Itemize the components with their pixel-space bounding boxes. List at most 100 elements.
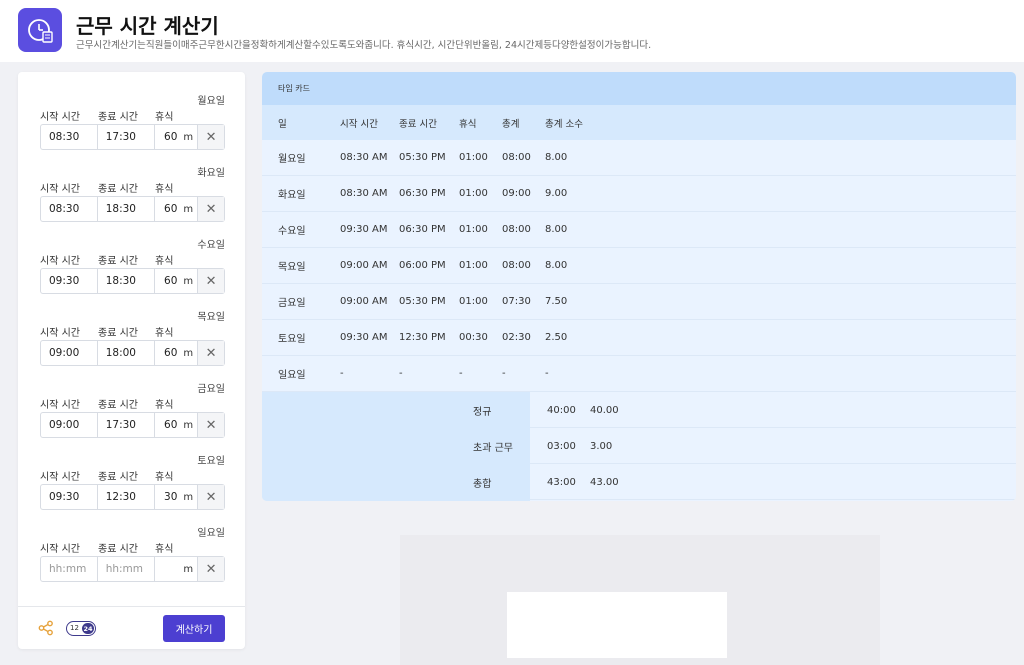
start-time-input[interactable]: hh:mm <box>41 557 98 581</box>
break-value: 60 <box>164 275 178 287</box>
break-unit: m <box>183 203 194 215</box>
end-time-input[interactable]: 12:30 <box>98 485 156 509</box>
summary-time: 40:00 <box>547 404 576 416</box>
summary-time: 03:00 <box>547 440 576 452</box>
row-divider <box>530 499 1016 500</box>
day-input-block: 일요일 시작 시간 종료 시간 휴식 hh:mm hh:mm m ✕ <box>18 524 245 596</box>
table-cell: 월요일 <box>278 154 306 165</box>
end-time-label: 종료 시간 <box>98 256 138 267</box>
break-label: 휴식 <box>155 544 174 555</box>
table-row: 금요일 09:00 AM 05:30 PM 01:00 07:30 7.50 <box>262 284 1016 320</box>
clear-icon[interactable]: ✕ <box>198 197 225 221</box>
column-header: 일 <box>278 118 287 130</box>
break-unit: m <box>183 275 194 287</box>
end-time-input[interactable]: 17:30 <box>98 125 156 149</box>
start-time-input[interactable]: 08:30 <box>41 125 98 149</box>
table-cell: 01:00 <box>459 152 488 163</box>
end-time-input[interactable]: 17:30 <box>98 413 156 437</box>
share-icon[interactable] <box>38 620 54 640</box>
time-card-title: 타임 카드 <box>262 72 1016 105</box>
day-name: 월요일 <box>197 96 225 107</box>
break-label: 휴식 <box>155 328 174 339</box>
start-time-input[interactable]: 09:00 <box>41 413 98 437</box>
break-value: 30 <box>164 491 178 503</box>
break-label: 휴식 <box>155 400 174 411</box>
start-time-input[interactable]: 09:30 <box>41 485 98 509</box>
calculate-button[interactable]: 계산하기 <box>163 615 225 642</box>
end-time-input[interactable]: hh:mm <box>98 557 156 581</box>
clear-icon[interactable]: ✕ <box>198 125 225 149</box>
table-cell: 09:30 AM <box>340 224 388 235</box>
break-value: 60 <box>164 419 178 431</box>
table-cell: 06:00 PM <box>399 260 446 271</box>
column-header: 총계 <box>502 118 520 130</box>
time-input-group: 09:00 17:30 60 m ✕ <box>40 412 225 438</box>
column-header: 종료 시간 <box>399 118 437 130</box>
break-input[interactable]: 60 m <box>155 125 199 149</box>
app-header: 근무 시간 계산기 근무시간계산기는직원들이매주근무한시간을정확하게계산할수있도… <box>0 0 1024 62</box>
clear-icon[interactable]: ✕ <box>198 557 225 581</box>
table-cell: 06:30 PM <box>399 188 446 199</box>
start-time-label: 시작 시간 <box>40 400 80 411</box>
table-cell: 00:30 <box>459 332 488 343</box>
time-format-toggle[interactable]: 12 24 <box>66 621 96 636</box>
break-value: 60 <box>164 131 178 143</box>
time-input-group: 08:30 17:30 60 m ✕ <box>40 124 225 150</box>
ad-slot <box>507 592 727 658</box>
table-cell: 08:00 <box>502 152 531 163</box>
break-unit: m <box>183 419 194 431</box>
break-label: 휴식 <box>155 112 174 123</box>
start-time-label: 시작 시간 <box>40 256 80 267</box>
break-input[interactable]: 60 m <box>155 341 199 365</box>
page-title: 근무 시간 계산기 <box>76 14 219 38</box>
summary-label: 초과 근무 <box>473 442 513 454</box>
end-time-label: 종료 시간 <box>98 184 138 195</box>
table-cell: - <box>545 368 549 379</box>
table-row: 월요일 08:30 AM 05:30 PM 01:00 08:00 8.00 <box>262 140 1016 176</box>
table-cell: 08:30 AM <box>340 152 388 163</box>
clear-icon[interactable]: ✕ <box>198 413 225 437</box>
break-input[interactable]: m <box>155 557 199 581</box>
break-label: 휴식 <box>155 472 174 483</box>
table-cell: 06:30 PM <box>399 224 446 235</box>
start-time-label: 시작 시간 <box>40 544 80 555</box>
table-cell: 05:30 PM <box>399 152 446 163</box>
end-time-input[interactable]: 18:30 <box>98 197 156 221</box>
break-label: 휴식 <box>155 184 174 195</box>
clear-icon[interactable]: ✕ <box>198 341 225 365</box>
column-header: 시작 시간 <box>340 118 378 130</box>
day-input-block: 금요일시작 시간 종료 시간 휴식 09:00 17:30 60 m ✕ <box>18 380 245 452</box>
table-header: 일 시작 시간 종료 시간 휴식 총계 총계 소수 <box>262 105 1016 140</box>
table-cell: 8.00 <box>545 224 568 235</box>
end-time-input[interactable]: 18:00 <box>98 341 156 365</box>
time-input-group: 08:30 18:30 60 m ✕ <box>40 196 225 222</box>
table-cell: 09:00 AM <box>340 296 388 307</box>
start-time-label: 시작 시간 <box>40 472 80 483</box>
start-time-input[interactable]: 09:30 <box>41 269 98 293</box>
clear-icon[interactable]: ✕ <box>198 269 225 293</box>
break-input[interactable]: 60 m <box>155 413 199 437</box>
start-time-input[interactable]: 09:00 <box>41 341 98 365</box>
clear-icon[interactable]: ✕ <box>198 485 225 509</box>
end-time-input[interactable]: 18:30 <box>98 269 156 293</box>
table-cell: 목요일 <box>278 262 306 273</box>
table-cell: 07:30 <box>502 296 531 307</box>
column-header: 총계 소수 <box>545 118 583 130</box>
table-cell: 01:00 <box>459 296 488 307</box>
summary-row: 총합 43:00 43.00 <box>262 464 1016 500</box>
table-cell: 토요일 <box>278 334 306 345</box>
end-time-label: 종료 시간 <box>98 400 138 411</box>
table-cell: 8.00 <box>545 152 568 163</box>
end-time-label: 종료 시간 <box>98 328 138 339</box>
break-input[interactable]: 60 m <box>155 197 199 221</box>
day-input-block: 토요일 시작 시간 종료 시간 휴식 09:30 12:30 30 m ✕ <box>18 452 245 524</box>
break-input[interactable]: 60 m <box>155 269 199 293</box>
start-time-input[interactable]: 08:30 <box>41 197 98 221</box>
break-input[interactable]: 30 m <box>155 485 199 509</box>
table-cell: - <box>340 368 344 379</box>
break-value: 60 <box>164 203 178 215</box>
break-unit: m <box>183 491 194 503</box>
table-cell: - <box>459 368 463 379</box>
end-time-label: 종료 시간 <box>98 112 138 123</box>
day-name: 금요일 <box>197 384 225 395</box>
